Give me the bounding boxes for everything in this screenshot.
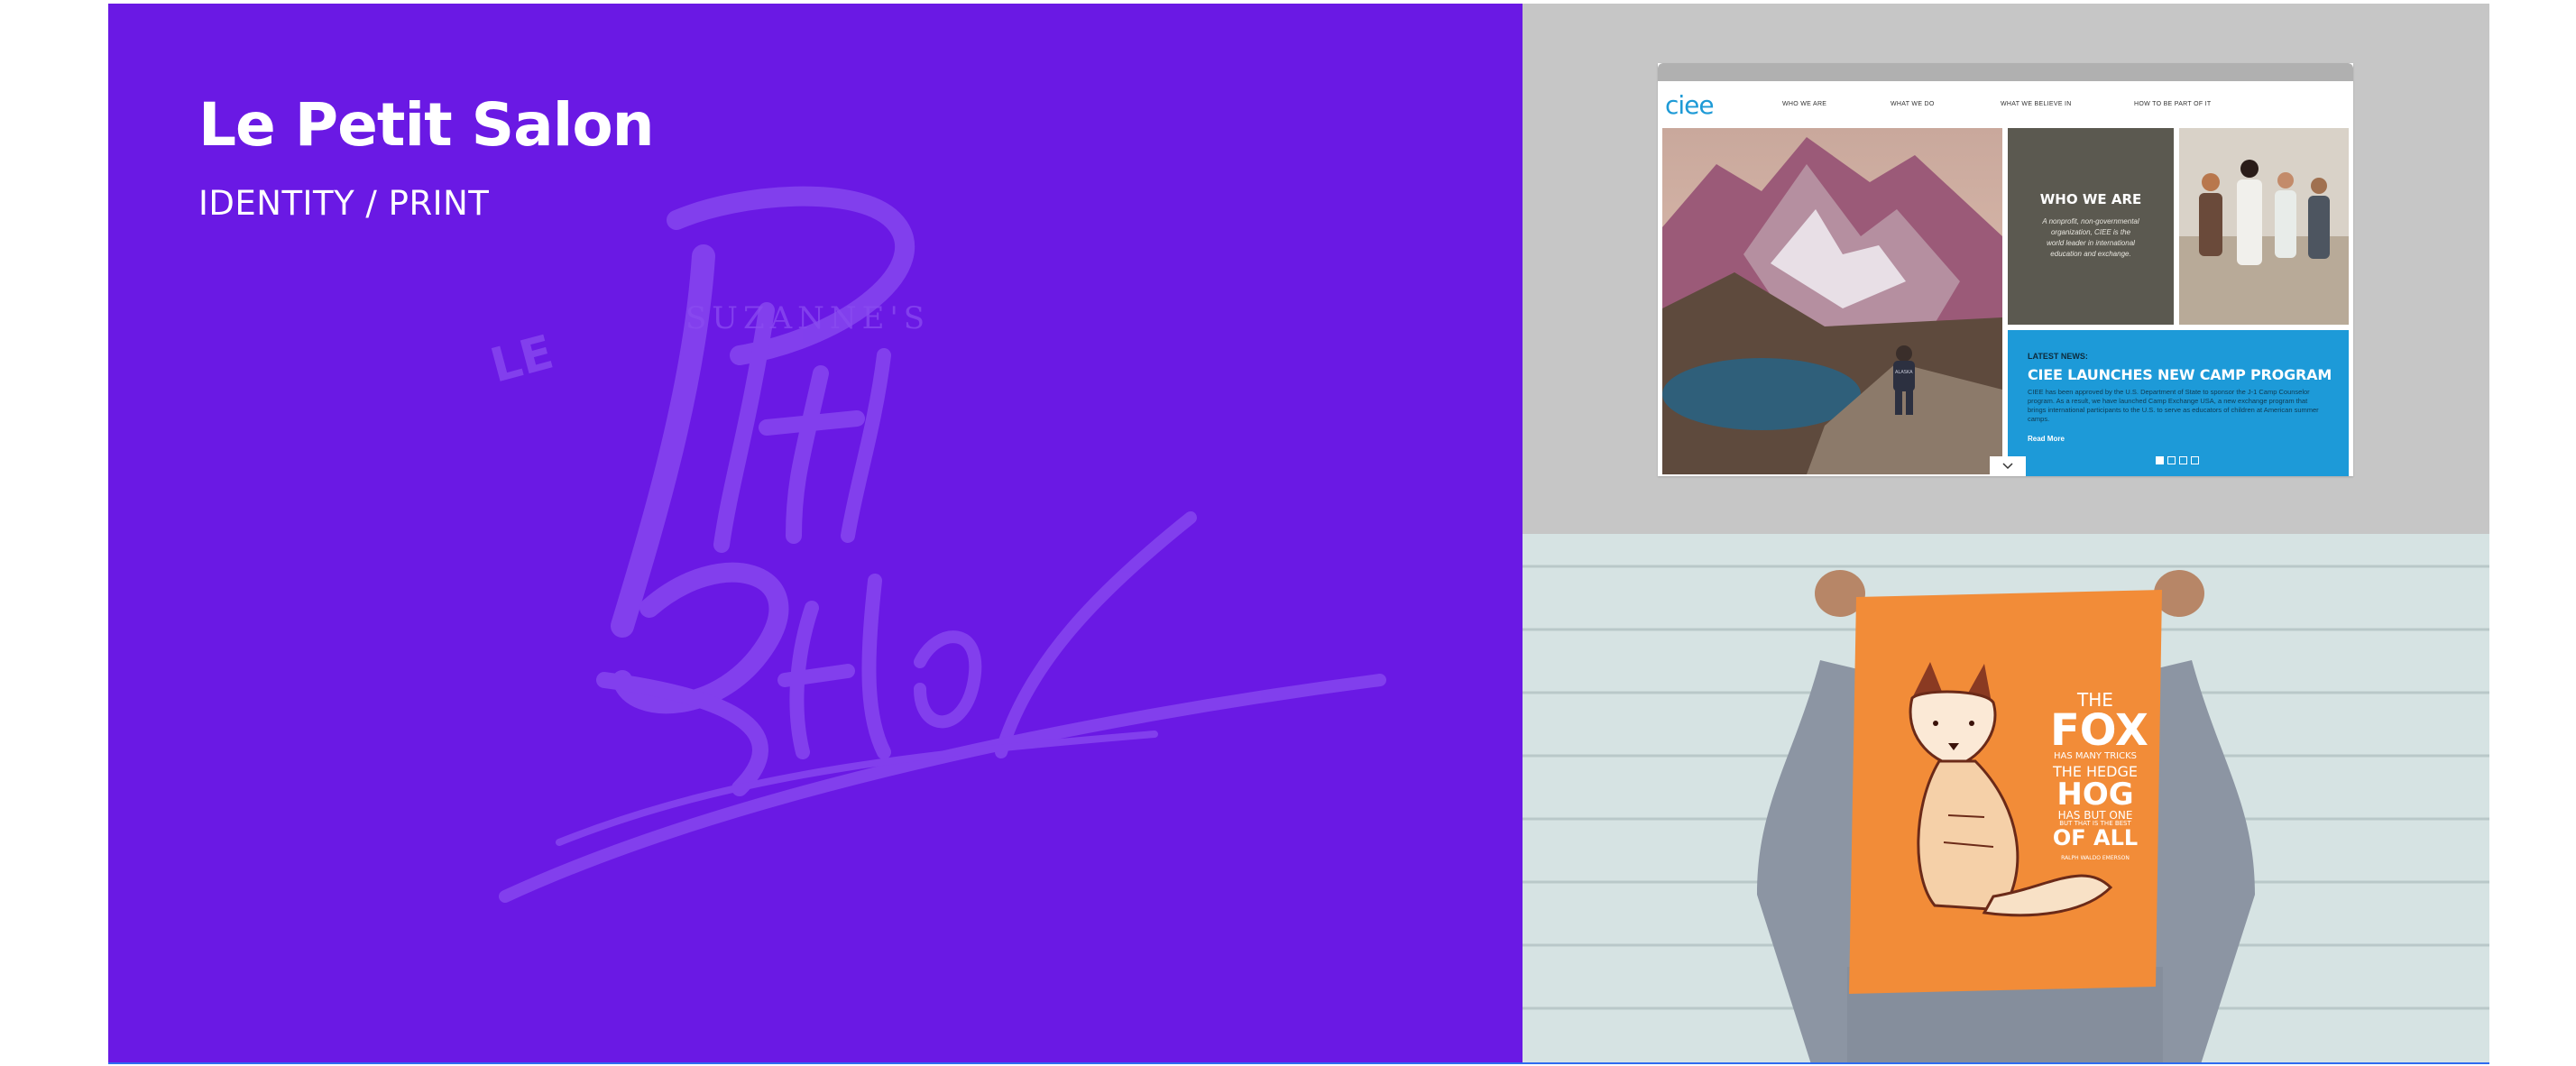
chevron-down-icon [2002, 463, 2013, 470]
project-subtitle: IDENTITY / PRINT [198, 184, 490, 223]
le-petit-salon-logo-mark: SUZANNE'S LE [485, 186, 1386, 903]
bottom-divider [108, 1062, 2489, 1064]
poster-line-hog: HOG [2056, 777, 2134, 813]
who-we-are-title: WHO WE ARE [2039, 191, 2142, 207]
poster-attribution: RALPH WALDO EMERSON [2061, 855, 2130, 861]
hero-mountain-image: ALASKA [1662, 128, 2002, 474]
read-more-link[interactable]: Read More [2028, 435, 2065, 443]
poster-quote: THE FOX HAS MANY TRICKS THE HEDGE HOG HA… [2050, 691, 2148, 861]
slider-dot-1[interactable] [2156, 456, 2164, 464]
site-logo[interactable]: ciee [1665, 90, 1715, 120]
poster-line-tricks: HAS MANY TRICKS [2053, 751, 2138, 761]
project-panel: Le Petit Salon IDENTITY / PRINT SUZANNE'… [108, 4, 1523, 1064]
who-we-are-text: A nonprofit, non-governmental organizati… [2042, 217, 2139, 258]
logo-script-line: SUZANNE'S [685, 300, 930, 336]
site-navigation: ciee WHO WE ARE WHAT WE DO WHAT WE BELIE… [1658, 81, 2353, 128]
group-photo-image [2179, 128, 2349, 325]
poster-line-fox: FOX [2050, 705, 2148, 756]
slider-dot-2[interactable] [2167, 456, 2176, 464]
latest-news-panel: LATEST NEWS: CIEE LAUNCHES NEW CAMP PROG… [2008, 330, 2349, 476]
fox-poster: THE FOX HAS MANY TRICKS THE HEDGE HOG HA… [1849, 590, 2162, 994]
nav-link-what-we-believe[interactable]: WHAT WE BELIEVE IN [2001, 101, 2072, 107]
logo-script-le: LE [485, 326, 559, 394]
project-title: Le Petit Salon [198, 90, 655, 160]
poster-line-of-all: OF ALL [2052, 825, 2139, 850]
browser-window: ciee WHO WE ARE WHAT WE DO WHAT WE BELIE… [1658, 63, 2353, 476]
nav-link-what-we-do[interactable]: WHAT WE DO [1891, 101, 1935, 107]
nav-link-who-we-are[interactable]: WHO WE ARE [1782, 101, 1826, 107]
news-kicker: LATEST NEWS: [2028, 352, 2088, 361]
scroll-down-button[interactable] [1990, 456, 2026, 476]
website-showcase-panel: ciee WHO WE ARE WHAT WE DO WHAT WE BELIE… [1523, 4, 2489, 534]
poster-showcase-panel: THE FOX HAS MANY TRICKS THE HEDGE HOG HA… [1523, 534, 2489, 1064]
news-body: CIEE has been approved by the U.S. Depar… [2028, 388, 2319, 423]
nav-link-how-to-be-part[interactable]: HOW TO BE PART OF IT [2134, 101, 2211, 107]
slider-dot-4[interactable] [2191, 456, 2199, 464]
who-we-are-tile[interactable]: WHO WE ARE A nonprofit, non-governmental… [2008, 128, 2174, 325]
slider-dot-3[interactable] [2179, 456, 2187, 464]
hero-shirt-text: ALASKA [1895, 370, 1913, 375]
news-headline[interactable]: CIEE LAUNCHES NEW CAMP PROGRAM [2028, 366, 2332, 383]
browser-toolbar [1658, 63, 2353, 81]
